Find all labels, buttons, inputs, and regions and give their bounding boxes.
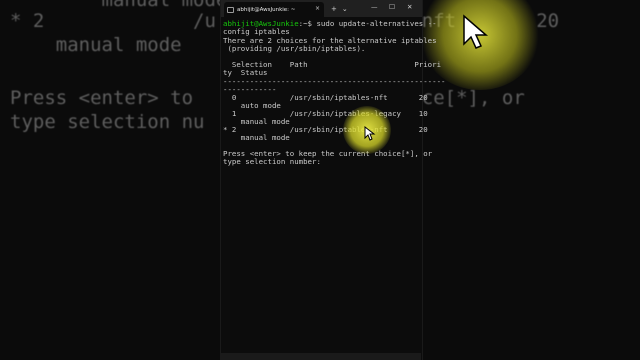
tab-dropdown-button[interactable]: ⌄ — [342, 5, 348, 13]
mouse-cursor-icon — [364, 126, 376, 141]
prompt-path: :~$ — [298, 19, 313, 28]
tab-close-icon[interactable]: × — [315, 5, 320, 12]
background-line: manual mode — [10, 34, 182, 56]
background-line: type selection nu — [10, 111, 205, 133]
minimize-button[interactable]: — — [371, 3, 378, 11]
close-window-button[interactable]: ✕ — [407, 3, 412, 11]
terminal-tab[interactable]: abhijit@AwsJunkie: ~ × — [224, 2, 324, 17]
title-bar: abhijit@AwsJunkie: ~ × + ⌄ — ☐ ✕ — [221, 0, 422, 17]
new-tab-button[interactable]: + — [331, 5, 337, 13]
terminal-window: abhijit@AwsJunkie: ~ × + ⌄ — ☐ ✕ abhijit… — [220, 0, 445, 360]
maximize-button[interactable]: ☐ — [389, 3, 395, 11]
tab-label: abhijit@AwsJunkie: ~ — [237, 6, 296, 13]
input-prompt[interactable]: type selection number: — [223, 157, 321, 166]
window-bottom-edge — [220, 353, 421, 360]
background-mouse-cursor-icon — [463, 14, 489, 49]
terminal-icon — [227, 6, 234, 13]
command-text: sudo update-alternatives -- — [312, 19, 437, 28]
output-line: (providing /usr/sbin/iptables). — [223, 44, 366, 54]
table-row: manual mode — [223, 133, 290, 143]
